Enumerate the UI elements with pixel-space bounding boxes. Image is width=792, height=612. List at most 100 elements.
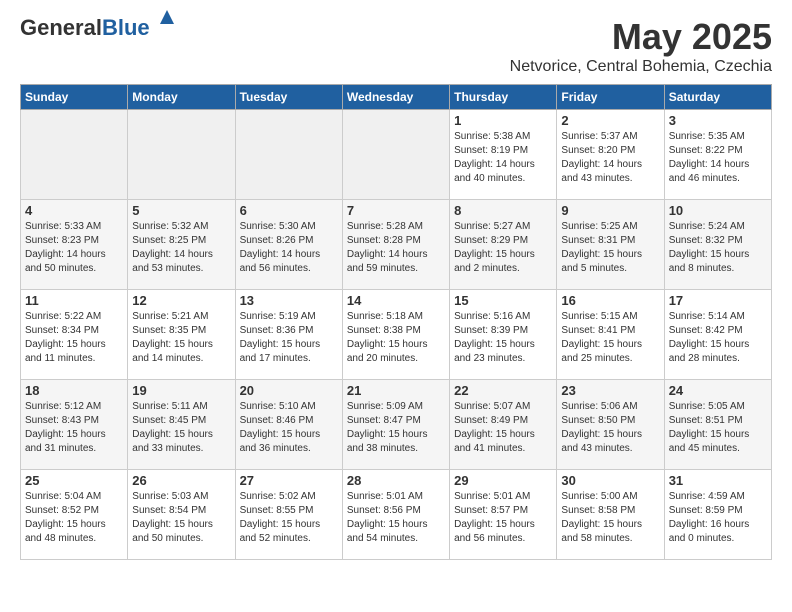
calendar-cell: 18Sunrise: 5:12 AMSunset: 8:43 PMDayligh… (21, 380, 128, 470)
day-number: 13 (240, 293, 338, 308)
calendar-cell: 28 Sunrise: 5:01 AMSunset: 8:56 PMDayligh… (342, 470, 449, 560)
day-number: 14 (347, 293, 445, 308)
day-number: 15 (454, 293, 552, 308)
calendar-cell: 6 Sunrise: 5:30 AMSunset: 8:26 PMDaylight… (235, 200, 342, 290)
day-info: Sunrise: 5:11 AMSunset: 8:45 PMDaylight:… (132, 400, 230, 456)
calendar-cell: 19 Sunrise: 5:11 AMSunset: 8:45 PMDayligh… (128, 380, 235, 470)
day-info: Sunrise: 5:01 AMSunset: 8:57 PMDaylight:… (454, 490, 552, 546)
day-number: 10 (669, 203, 767, 218)
col-thursday: Thursday (450, 85, 557, 110)
day-number: 7 (347, 203, 445, 218)
calendar-cell: 3Sunrise: 5:35 AMSunset: 8:22 PMDaylight… (664, 110, 771, 200)
day-number: 27 (240, 473, 338, 488)
calendar-cell: 5 Sunrise: 5:32 AMSunset: 8:25 PMDaylight… (128, 200, 235, 290)
day-number: 4 (25, 203, 123, 218)
calendar-cell: 25 Sunrise: 5:04 AMSunset: 8:52 PMDayligh… (21, 470, 128, 560)
calendar-cell: 14 Sunrise: 5:18 AMSunset: 8:38 PMDayligh… (342, 290, 449, 380)
day-info: Sunrise: 5:38 AMSunset: 8:19 PMDaylight:… (454, 130, 552, 186)
header-row: Sunday Monday Tuesday Wednesday Thursday… (21, 85, 772, 110)
calendar-cell: 7 Sunrise: 5:28 AMSunset: 8:28 PMDaylight… (342, 200, 449, 290)
day-info: Sunrise: 5:07 AMSunset: 8:49 PMDaylight:… (454, 400, 552, 456)
calendar-cell: 4 Sunrise: 5:33 AMSunset: 8:23 PMDaylight… (21, 200, 128, 290)
calendar-week-1: 1Sunrise: 5:38 AMSunset: 8:19 PMDaylight… (21, 110, 772, 200)
day-number: 11 (25, 293, 123, 308)
day-info: Sunrise: 5:00 AMSunset: 8:58 PMDaylight:… (561, 490, 659, 546)
calendar-cell: 16Sunrise: 5:15 AMSunset: 8:41 PMDayligh… (557, 290, 664, 380)
day-info: Sunrise: 5:37 AMSunset: 8:20 PMDaylight:… (561, 130, 659, 186)
day-info: Sunrise: 5:21 AMSunset: 8:35 PMDaylight:… (132, 310, 230, 366)
logo-block: GeneralBlue (20, 16, 176, 40)
day-info: Sunrise: 5:14 AMSunset: 8:42 PMDaylight:… (669, 310, 767, 366)
col-tuesday: Tuesday (235, 85, 342, 110)
day-number: 23 (561, 383, 659, 398)
calendar-cell: 31 Sunrise: 4:59 AMSunset: 8:59 PMDayligh… (664, 470, 771, 560)
col-friday: Friday (557, 85, 664, 110)
calendar-cell: 21Sunrise: 5:09 AMSunset: 8:47 PMDayligh… (342, 380, 449, 470)
col-sunday: Sunday (21, 85, 128, 110)
title-block: May 2025 Netvorice, Central Bohemia, Cze… (510, 16, 772, 76)
day-info: Sunrise: 5:10 AMSunset: 8:46 PMDaylight:… (240, 400, 338, 456)
day-info: Sunrise: 5:06 AMSunset: 8:50 PMDaylight:… (561, 400, 659, 456)
calendar-cell (342, 110, 449, 200)
calendar-cell: 26 Sunrise: 5:03 AMSunset: 8:54 PMDayligh… (128, 470, 235, 560)
calendar-week-3: 11 Sunrise: 5:22 AMSunset: 8:34 PMDayligh… (21, 290, 772, 380)
day-info: Sunrise: 5:28 AMSunset: 8:28 PMDaylight:… (347, 220, 445, 276)
day-info: Sunrise: 5:03 AMSunset: 8:54 PMDaylight:… (132, 490, 230, 546)
day-number: 24 (669, 383, 767, 398)
calendar-cell: 8Sunrise: 5:27 AMSunset: 8:29 PMDaylight… (450, 200, 557, 290)
col-saturday: Saturday (664, 85, 771, 110)
day-number: 2 (561, 113, 659, 128)
day-info: Sunrise: 5:18 AMSunset: 8:38 PMDaylight:… (347, 310, 445, 366)
calendar-cell: 13Sunrise: 5:19 AMSunset: 8:36 PMDayligh… (235, 290, 342, 380)
day-number: 17 (669, 293, 767, 308)
logo-general: General (20, 15, 102, 40)
col-wednesday: Wednesday (342, 85, 449, 110)
day-number: 30 (561, 473, 659, 488)
calendar-cell: 30 Sunrise: 5:00 AMSunset: 8:58 PMDayligh… (557, 470, 664, 560)
day-info: Sunrise: 5:22 AMSunset: 8:34 PMDaylight:… (25, 310, 123, 366)
calendar-cell: 24 Sunrise: 5:05 AMSunset: 8:51 PMDayligh… (664, 380, 771, 470)
month-title: May 2025 (510, 16, 772, 58)
calendar-cell: 27Sunrise: 5:02 AMSunset: 8:55 PMDayligh… (235, 470, 342, 560)
day-number: 6 (240, 203, 338, 218)
day-number: 18 (25, 383, 123, 398)
day-info: Sunrise: 4:59 AMSunset: 8:59 PMDaylight:… (669, 490, 767, 546)
calendar-cell: 1Sunrise: 5:38 AMSunset: 8:19 PMDaylight… (450, 110, 557, 200)
day-number: 26 (132, 473, 230, 488)
day-info: Sunrise: 5:27 AMSunset: 8:29 PMDaylight:… (454, 220, 552, 276)
calendar-cell: 15Sunrise: 5:16 AMSunset: 8:39 PMDayligh… (450, 290, 557, 380)
day-number: 28 (347, 473, 445, 488)
calendar-cell (21, 110, 128, 200)
logo-icon (158, 8, 176, 26)
calendar-cell: 23 Sunrise: 5:06 AMSunset: 8:50 PMDayligh… (557, 380, 664, 470)
calendar-week-4: 18Sunrise: 5:12 AMSunset: 8:43 PMDayligh… (21, 380, 772, 470)
calendar-table: Sunday Monday Tuesday Wednesday Thursday… (20, 84, 772, 560)
logo-blue: Blue (102, 15, 150, 40)
calendar-week-2: 4 Sunrise: 5:33 AMSunset: 8:23 PMDaylight… (21, 200, 772, 290)
day-info: Sunrise: 5:32 AMSunset: 8:25 PMDaylight:… (132, 220, 230, 276)
day-number: 3 (669, 113, 767, 128)
calendar-cell: 11 Sunrise: 5:22 AMSunset: 8:34 PMDayligh… (21, 290, 128, 380)
day-number: 16 (561, 293, 659, 308)
calendar-cell: 20 Sunrise: 5:10 AMSunset: 8:46 PMDayligh… (235, 380, 342, 470)
col-monday: Monday (128, 85, 235, 110)
day-info: Sunrise: 5:33 AMSunset: 8:23 PMDaylight:… (25, 220, 123, 276)
day-info: Sunrise: 5:05 AMSunset: 8:51 PMDaylight:… (669, 400, 767, 456)
day-info: Sunrise: 5:24 AMSunset: 8:32 PMDaylight:… (669, 220, 767, 276)
day-number: 20 (240, 383, 338, 398)
day-number: 31 (669, 473, 767, 488)
calendar-cell: 29 Sunrise: 5:01 AMSunset: 8:57 PMDayligh… (450, 470, 557, 560)
day-number: 25 (25, 473, 123, 488)
day-info: Sunrise: 5:01 AMSunset: 8:56 PMDaylight:… (347, 490, 445, 546)
day-info: Sunrise: 5:30 AMSunset: 8:26 PMDaylight:… (240, 220, 338, 276)
header: GeneralBlue May 2025 Netvorice, Central … (20, 16, 772, 76)
calendar-cell: 17 Sunrise: 5:14 AMSunset: 8:42 PMDayligh… (664, 290, 771, 380)
day-number: 21 (347, 383, 445, 398)
calendar-cell (128, 110, 235, 200)
calendar-cell: 2 Sunrise: 5:37 AMSunset: 8:20 PMDaylight… (557, 110, 664, 200)
day-number: 19 (132, 383, 230, 398)
day-info: Sunrise: 5:04 AMSunset: 8:52 PMDaylight:… (25, 490, 123, 546)
day-info: Sunrise: 5:25 AMSunset: 8:31 PMDaylight:… (561, 220, 659, 276)
day-number: 29 (454, 473, 552, 488)
day-number: 5 (132, 203, 230, 218)
